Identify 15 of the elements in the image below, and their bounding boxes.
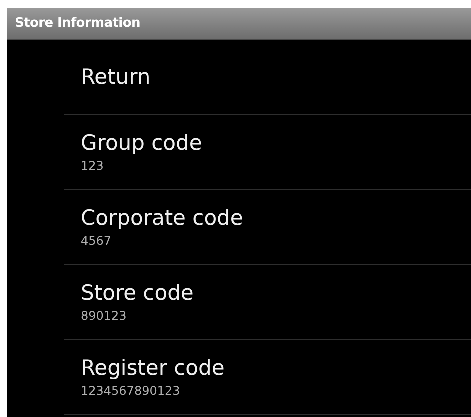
item-title: Corporate code: [81, 205, 244, 232]
item-value: 4567: [81, 233, 113, 250]
item-title: Return: [81, 64, 152, 91]
item-value: 123: [81, 158, 105, 175]
list-item[interactable]: Register code 1234567890123: [64, 340, 471, 415]
list-item[interactable]: Corporate code 4567: [64, 190, 471, 265]
item-title: Group code: [81, 130, 204, 157]
list-item[interactable]: Store code 890123: [64, 265, 471, 340]
item-title: Store code: [81, 280, 195, 307]
item-value: 890123: [81, 308, 128, 325]
item-title: Register code: [81, 355, 226, 382]
list-item[interactable]: Return: [64, 40, 471, 115]
list-item[interactable]: Group code 123: [64, 115, 471, 190]
window-title: Store Information: [15, 14, 140, 33]
item-value: 1234567890123: [81, 383, 182, 400]
